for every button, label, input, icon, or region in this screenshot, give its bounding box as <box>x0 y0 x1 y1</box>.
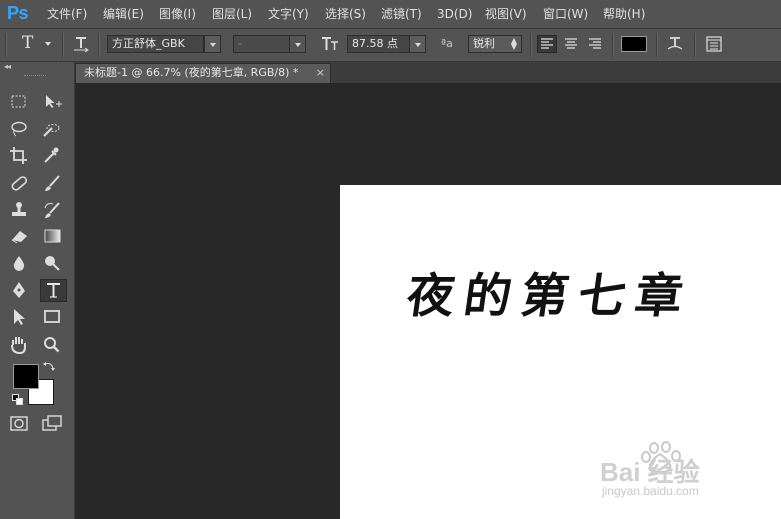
foreground-color-swatch[interactable] <box>13 364 39 389</box>
type-tool-icon: T <box>22 33 34 53</box>
menu-file[interactable]: 文件(F) <box>47 6 87 22</box>
font-style-dropdown-arrow[interactable] <box>289 35 306 53</box>
quick-selection-tool-icon[interactable] <box>41 119 63 139</box>
history-brush-tool-icon[interactable] <box>41 200 63 220</box>
watermark-url: jingyan.baidu.com <box>602 484 699 498</box>
path-selection-tool-icon[interactable] <box>8 307 30 327</box>
baidu-jingyan-watermark: Bai 经验 jingyan.baidu.com <box>600 440 770 506</box>
default-colors-icon[interactable] <box>12 394 24 406</box>
menu-help[interactable]: 帮助(H) <box>603 6 645 22</box>
menu-view[interactable]: 视图(V) <box>485 6 527 22</box>
lasso-tool-icon[interactable] <box>8 119 30 139</box>
align-right-button[interactable] <box>585 35 605 53</box>
eyedropper-tool-icon[interactable] <box>41 145 63 165</box>
menu-window[interactable]: 窗口(W) <box>543 6 588 22</box>
text-color-swatch[interactable] <box>621 36 647 52</box>
swap-colors-icon[interactable] <box>42 360 56 374</box>
photoshop-logo: Ps <box>7 3 29 23</box>
gradient-tool-icon[interactable] <box>41 226 63 246</box>
document-tab[interactable]: 未标题-1 @ 66.7% (夜的第七章, RGB/8) * × <box>75 63 331 83</box>
menu-bar: Ps 文件(F) 编辑(E) 图像(I) 图层(L) 文字(Y) 选择(S) 滤… <box>0 0 781 29</box>
toolbox-grip[interactable] <box>24 75 46 78</box>
marquee-tool-icon[interactable] <box>8 92 30 112</box>
menu-filter[interactable]: 滤镜(T) <box>381 6 422 22</box>
canvas-text-layer[interactable]: 夜的第七章 <box>403 257 698 326</box>
screen-mode-icon[interactable] <box>41 414 63 434</box>
align-center-button[interactable] <box>561 35 581 53</box>
menu-edit[interactable]: 编辑(E) <box>103 6 144 22</box>
blur-tool-icon[interactable] <box>8 253 30 273</box>
healing-brush-tool-icon[interactable] <box>8 173 30 193</box>
character-panel-icon[interactable] <box>704 35 724 53</box>
collapse-panel-icon[interactable]: ◂◂ <box>4 62 11 71</box>
options-bar: T 方正舒体_GBK - 87.58 点 ªa 锐利 ▲ ▼ <box>0 29 781 62</box>
menu-image[interactable]: 图像(I) <box>159 6 196 22</box>
separator <box>694 33 696 57</box>
quick-mask-icon[interactable] <box>8 414 30 434</box>
dodge-tool-icon[interactable] <box>41 253 63 273</box>
hand-tool-icon[interactable] <box>8 335 30 355</box>
menu-select[interactable]: 选择(S) <box>325 6 366 22</box>
options-grip <box>5 33 7 57</box>
pen-tool-icon[interactable] <box>8 280 30 300</box>
eraser-tool-icon[interactable] <box>8 226 30 246</box>
antialias-icon: ªa <box>441 37 453 50</box>
updown-arrows-icon: ▲ ▼ <box>510 36 517 51</box>
warp-text-icon[interactable] <box>665 35 685 53</box>
font-style-select[interactable]: - <box>233 35 290 53</box>
align-left-button[interactable] <box>537 35 557 53</box>
separator <box>656 33 658 57</box>
zoom-tool-icon[interactable] <box>41 335 63 355</box>
menu-layer[interactable]: 图层(L) <box>212 6 252 22</box>
separator <box>530 33 532 57</box>
document-tab-title: 未标题-1 @ 66.7% (夜的第七章, RGB/8) * <box>84 66 299 79</box>
brush-tool-icon[interactable] <box>41 173 63 193</box>
antialias-value: 锐利 <box>473 37 495 50</box>
text-color-fill <box>622 37 646 51</box>
separator <box>612 33 614 57</box>
font-family-dropdown-arrow[interactable] <box>204 35 221 53</box>
rectangle-tool-icon[interactable] <box>41 307 63 327</box>
antialias-select[interactable]: 锐利 ▲ ▼ <box>468 35 522 53</box>
menu-type[interactable]: 文字(Y) <box>268 6 309 22</box>
font-size-icon <box>320 35 340 53</box>
separator <box>98 33 100 57</box>
clone-stamp-tool-icon[interactable] <box>8 200 30 220</box>
tool-preset-picker[interactable]: T <box>18 33 54 55</box>
font-size-input[interactable]: 87.58 点 <box>347 35 410 53</box>
move-tool-icon[interactable] <box>41 92 63 112</box>
close-tab-icon[interactable]: × <box>316 64 325 82</box>
toggle-text-orientation-icon[interactable] <box>72 35 92 53</box>
type-tool-button[interactable] <box>40 279 67 302</box>
font-family-select[interactable]: 方正舒体_GBK <box>107 35 204 53</box>
separator <box>62 33 64 57</box>
crop-tool-icon[interactable] <box>8 145 30 165</box>
foreground-color-fill <box>14 365 38 388</box>
chevron-down-icon <box>45 42 51 46</box>
font-size-dropdown-arrow[interactable] <box>409 35 426 53</box>
menu-3d[interactable]: 3D(D) <box>437 6 472 22</box>
